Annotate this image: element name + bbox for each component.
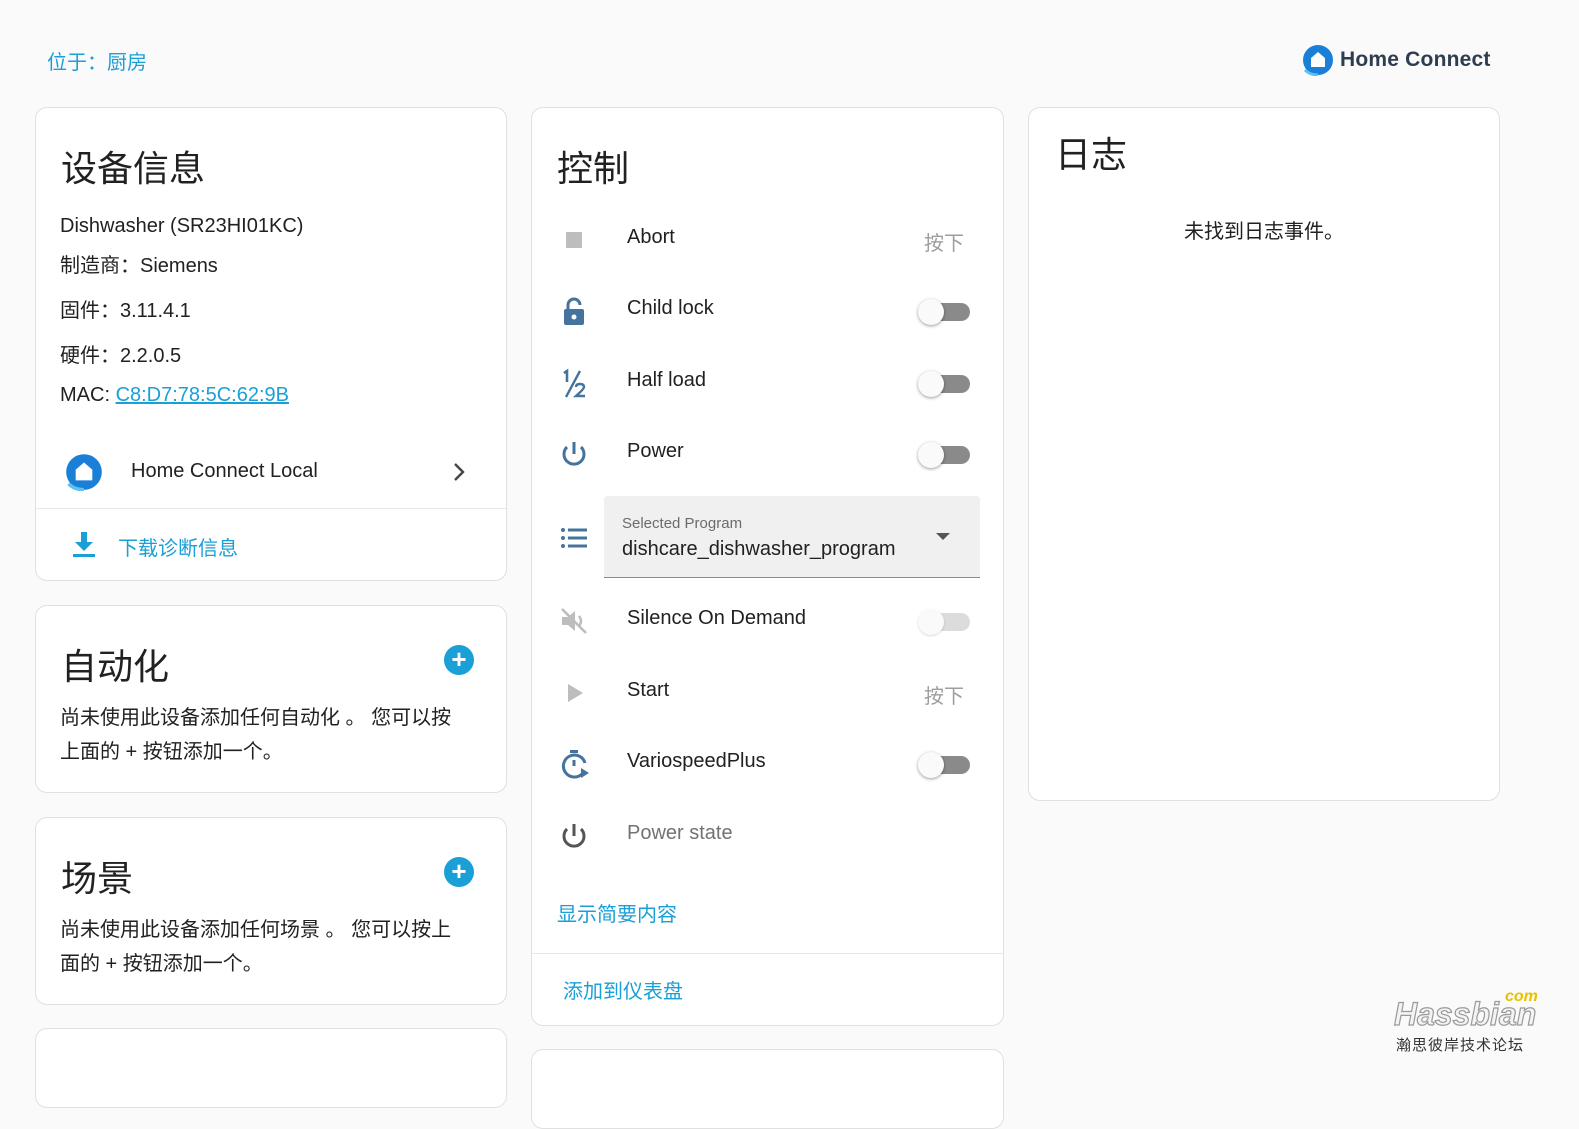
selected-program-select[interactable]: Selected Program dishcare_dishwasher_pro… [604, 496, 980, 578]
home-connect-integration-icon [66, 454, 102, 491]
control-label-power-state: Power state [627, 822, 733, 844]
automation-card: 自动化 + 尚未使用此设备添加任何自动化 。 您可以按 上面的 + 按钮添加一个… [35, 605, 507, 793]
timer-play-icon [561, 750, 589, 779]
device-info-divider [36, 508, 506, 509]
stop-icon [566, 232, 582, 248]
automation-empty-text: 尚未使用此设备添加任何自动化 。 您可以按 上面的 + 按钮添加一个。 [60, 701, 451, 769]
automation-empty-line2: 上面的 + 按钮添加一个。 [60, 741, 283, 763]
power-icon [562, 442, 586, 466]
selected-program-label: Selected Program [622, 515, 743, 532]
control-label-half-load: Half load [627, 369, 706, 391]
abort-press-button[interactable]: 按下 [924, 227, 964, 256]
device-hardware: 硬件：2.2.0.5 [60, 345, 182, 367]
control-row-power: Power [532, 424, 1002, 484]
area-breadcrumb-link[interactable]: 位于：厨房 [47, 46, 147, 75]
play-icon [568, 684, 583, 702]
automation-title: 自动化 [61, 646, 170, 687]
format-list-icon [561, 528, 587, 548]
controls-title: 控制 [557, 148, 630, 189]
start-press-button[interactable]: 按下 [924, 680, 964, 709]
logbook-card: 日志 未找到日志事件。 [1028, 107, 1500, 801]
download-icon [73, 532, 95, 557]
variospeedplus-toggle[interactable] [918, 752, 972, 778]
control-label-silence-on-demand: Silence On Demand [627, 607, 806, 629]
logbook-empty-text: 未找到日志事件。 [1184, 221, 1344, 243]
device-manufacturer: 制造商：Siemens [60, 255, 218, 277]
control-label-start: Start [627, 679, 670, 701]
scenes-empty-text: 尚未使用此设备添加任何场景 。 您可以按上 面的 + 按钮添加一个。 [60, 913, 451, 981]
device-info-title: 设备信息 [61, 148, 206, 189]
silence-on-demand-toggle[interactable] [918, 609, 972, 635]
half-fraction-icon [563, 368, 586, 398]
lock-icon [564, 297, 584, 325]
scripts-card-partial [35, 1028, 507, 1108]
home-connect-logo: Home Connect [1302, 44, 1491, 76]
power-toggle[interactable] [918, 442, 972, 468]
hassbian-watermark: com Hassbian 瀚思彼岸技术论坛 [1392, 988, 1552, 1058]
home-connect-logo-icon [1303, 45, 1333, 76]
power-state-icon [562, 824, 586, 848]
control-row-silence-on-demand: Silence On Demand [532, 591, 1002, 651]
control-label-child-lock: Child lock [627, 297, 714, 319]
add-to-dashboard-button[interactable]: 添加到仪表盘 [563, 975, 683, 1004]
control-row-start: Start 按下 [532, 663, 1002, 723]
device-firmware: 固件：3.11.4.1 [60, 300, 191, 322]
dropdown-caret-icon [936, 533, 950, 540]
add-scene-button[interactable]: + [444, 857, 474, 887]
controls-card: 控制 Abort 按下 Child lock Half load Power S… [531, 107, 1004, 1026]
watermark-tagline: 瀚思彼岸技术论坛 [1396, 1037, 1525, 1054]
add-automation-button[interactable]: + [444, 645, 474, 675]
mac-label: MAC: [60, 384, 116, 406]
scenes-title: 场景 [61, 858, 134, 899]
scenes-empty-line1: 尚未使用此设备添加任何场景 。 您可以按上 [60, 919, 452, 941]
control-row-abort: Abort 按下 [532, 210, 1002, 270]
controls-next-card-partial [531, 1049, 1004, 1129]
controls-divider [532, 953, 1003, 954]
device-mac: MAC: C8:D7:78:5C:62:9B [60, 384, 289, 407]
device-model: Dishwasher (SR23HI01KC) [60, 215, 304, 237]
control-label-variospeedplus: VariospeedPlus [627, 750, 766, 772]
scenes-card: 场景 + 尚未使用此设备添加任何场景 。 您可以按上 面的 + 按钮添加一个。 [35, 817, 507, 1005]
control-row-power-state: Power state [532, 806, 1002, 866]
integration-row[interactable]: Home Connect Local [36, 438, 506, 506]
mac-address-link[interactable]: C8:D7:78:5C:62:9B [116, 384, 289, 406]
download-diagnostics-button[interactable]: 下载诊断信息 [36, 510, 506, 578]
chevron-right-icon [454, 463, 465, 481]
half-load-toggle[interactable] [918, 371, 972, 397]
device-info-card: 设备信息 Dishwasher (SR23HI01KC) 制造商：Siemens… [35, 107, 507, 581]
child-lock-toggle[interactable] [918, 299, 972, 325]
logbook-title: 日志 [1055, 134, 1128, 175]
automation-empty-line1: 尚未使用此设备添加任何自动化 。 您可以按 [60, 707, 452, 729]
brand-name: Home Connect [1340, 48, 1491, 71]
control-row-variospeedplus: VariospeedPlus [532, 734, 1002, 794]
show-summary-link[interactable]: 显示简要内容 [557, 898, 677, 927]
integration-name: Home Connect Local [131, 460, 318, 482]
control-label-abort: Abort [627, 226, 675, 248]
selected-program-value: dishcare_dishwasher_program [622, 538, 896, 560]
control-row-child-lock: Child lock [532, 281, 1002, 341]
volume-off-icon [561, 608, 587, 634]
control-label-power: Power [627, 440, 684, 462]
watermark-brand: Hassbian [1393, 995, 1537, 1032]
scenes-empty-line2: 面的 + 按钮添加一个。 [60, 953, 263, 975]
control-row-half-load: Half load [532, 353, 1002, 413]
download-diagnostics-label: 下载诊断信息 [118, 538, 238, 560]
